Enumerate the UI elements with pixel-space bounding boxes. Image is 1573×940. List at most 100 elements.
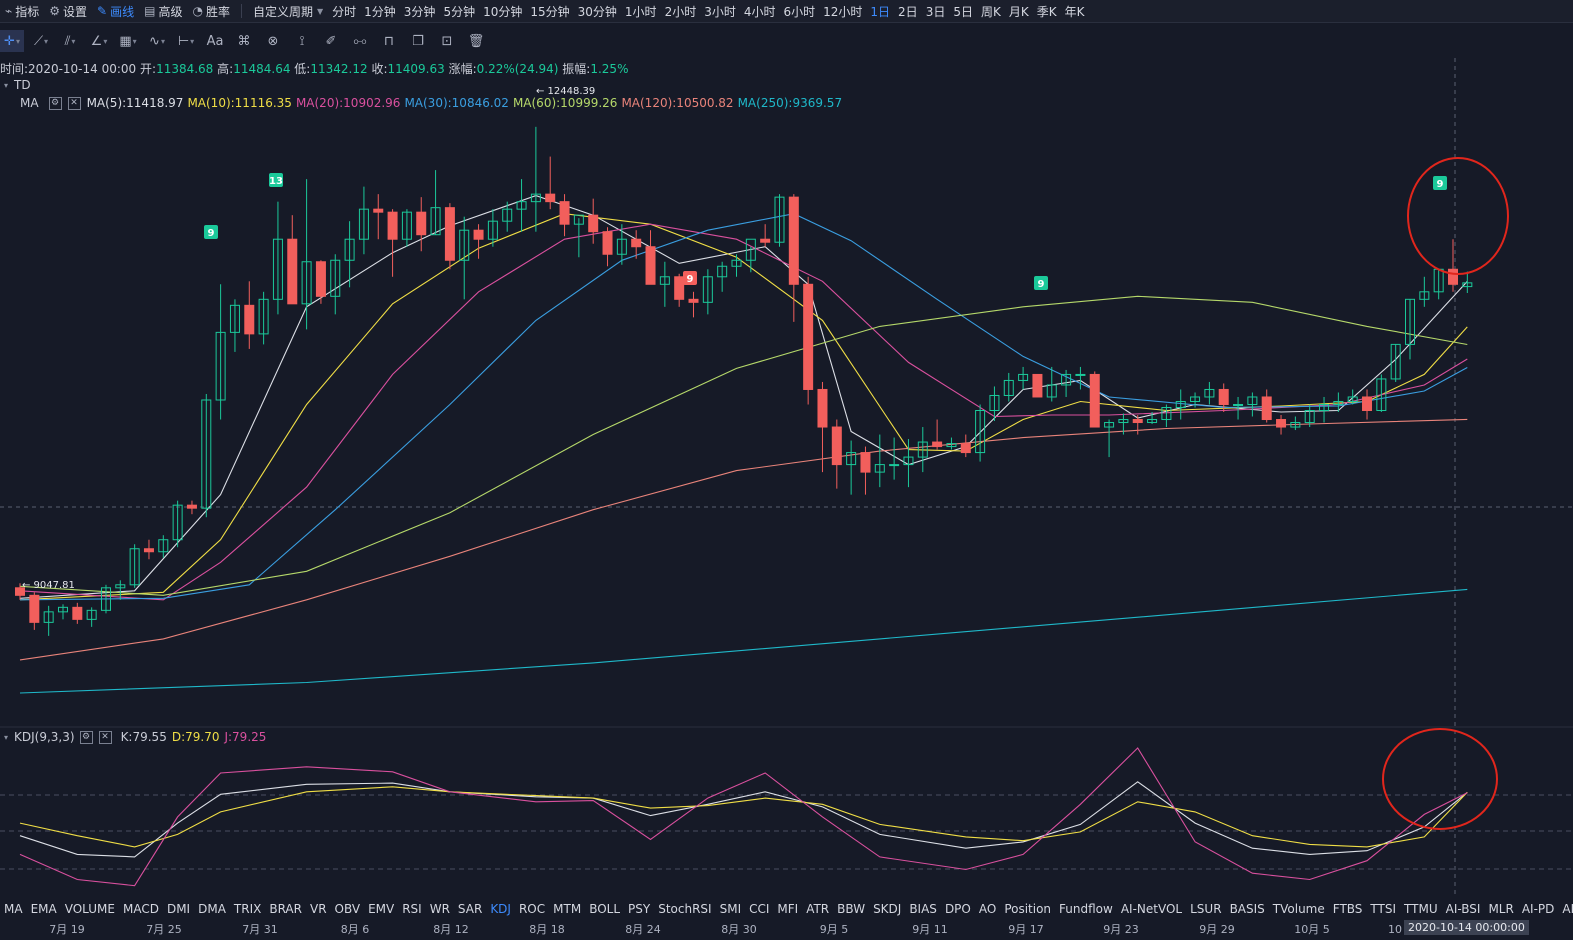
candle-body xyxy=(688,298,699,303)
indicator-tab-11[interactable]: RSI xyxy=(398,902,426,916)
candle-body xyxy=(545,193,556,203)
indicator-tab-26[interactable]: BIAS xyxy=(905,902,941,916)
candle-body xyxy=(602,231,613,255)
candle-body xyxy=(1089,373,1100,428)
ma-settings-icon[interactable]: ⚙ xyxy=(48,96,62,110)
indicator-tab-40[interactable]: AI-PD xyxy=(1518,902,1559,916)
chart-canvas[interactable]: ← 12448.39← 9047.819139 99 xyxy=(0,0,1573,940)
indicator-tab-7[interactable]: BRAR xyxy=(265,902,306,916)
candle-body xyxy=(387,211,398,240)
indicator-tab-20[interactable]: SMI xyxy=(716,902,746,916)
kdj-d-value: D:79.70 xyxy=(171,730,220,744)
indicator-tab-41[interactable]: AI xyxy=(1558,902,1573,916)
ohlc-low: 11342.12 xyxy=(310,62,368,76)
indicator-tab-37[interactable]: TTMU xyxy=(1400,902,1442,916)
kdj-close-icon[interactable]: ✕ xyxy=(98,730,112,744)
indicator-tab-38[interactable]: AI-BSI xyxy=(1442,902,1485,916)
date-label-6: 8月 24 xyxy=(625,923,661,936)
indicator-tab-12[interactable]: WR xyxy=(426,902,454,916)
indicator-tab-19[interactable]: StochRSI xyxy=(654,902,715,916)
indicator-tab-22[interactable]: MFI xyxy=(773,902,802,916)
indicator-tab-23[interactable]: ATR xyxy=(802,902,833,916)
td-badge-label: 9 xyxy=(208,228,215,239)
candle-body xyxy=(803,283,814,390)
indicator-tab-29[interactable]: Position xyxy=(1000,902,1055,916)
indicator-tab-13[interactable]: SAR xyxy=(454,902,486,916)
indicator-tab-15[interactable]: ROC xyxy=(515,902,549,916)
candle-body xyxy=(373,208,384,213)
ohlc-readout: 时间:2020-10-14 00:00 开:11384.68 高:11484.6… xyxy=(0,62,629,76)
indicator-tab-4[interactable]: DMI xyxy=(163,902,194,916)
low-annotation: ← 9047.81 xyxy=(22,580,75,591)
ma-indicator-row: MA ⚙ ✕ MA(5):11418.97 MA(10):11116.35 MA(2… xyxy=(20,96,846,110)
ma-line-3 xyxy=(19,213,1468,601)
collapse-chevron-icon[interactable]: ▾ xyxy=(4,733,8,742)
indicator-tab-8[interactable]: VR xyxy=(306,902,331,916)
ohlc-change: 0.22%(24.94) xyxy=(476,62,559,76)
date-label-7: 8月 30 xyxy=(721,923,757,936)
indicator-tab-28[interactable]: AO xyxy=(975,902,1000,916)
indicator-tab-2[interactable]: VOLUME xyxy=(61,902,119,916)
candle-body xyxy=(1032,373,1043,398)
candle-body xyxy=(1261,396,1272,421)
indicator-tab-35[interactable]: FTBS xyxy=(1329,902,1367,916)
candle-body xyxy=(444,207,455,261)
kdj-settings-icon[interactable]: ⚙ xyxy=(79,730,93,744)
kdj-k-value: K:79.55 xyxy=(120,730,167,744)
indicator-tab-30[interactable]: Fundflow xyxy=(1055,902,1117,916)
indicator-tab-25[interactable]: SKDJ xyxy=(869,902,905,916)
indicator-tab-34[interactable]: TVolume xyxy=(1269,902,1329,916)
indicator-tab-6[interactable]: TRIX xyxy=(230,902,265,916)
kdj-label: KDJ(9,3,3) xyxy=(14,730,75,744)
kdj-indicator-row: ▾ KDJ(9,3,3) ⚙ ✕ K:79.55 D:79.70 J:79.25 xyxy=(0,730,266,744)
kdj-j-value: J:79.25 xyxy=(224,730,267,744)
indicator-tab-16[interactable]: MTM xyxy=(549,902,585,916)
ma-value-5: MA(120):10500.82 xyxy=(621,96,734,110)
indicator-tab-32[interactable]: LSUR xyxy=(1186,902,1225,916)
date-label-9: 9月 11 xyxy=(912,923,948,936)
kdj-line-j xyxy=(19,747,1468,887)
date-label-11: 9月 23 xyxy=(1103,923,1139,936)
candle-body xyxy=(287,238,298,305)
date-label-5: 8月 18 xyxy=(529,923,565,936)
ma-value-3: MA(30):10846.02 xyxy=(404,96,509,110)
indicator-tab-10[interactable]: EMV xyxy=(364,902,398,916)
indicator-tab-14[interactable]: KDJ xyxy=(486,902,515,916)
ma-value-2: MA(20):10902.96 xyxy=(295,96,401,110)
indicator-tab-31[interactable]: AI-NetVOL xyxy=(1117,902,1186,916)
ohlc-close: 11409.63 xyxy=(387,62,445,76)
indicator-tab-33[interactable]: BASIS xyxy=(1226,902,1269,916)
date-label-1: 7月 25 xyxy=(146,923,182,936)
td-badge-label: 9 xyxy=(1038,279,1045,290)
ohlc-amplitude: 1.25% xyxy=(590,62,629,76)
candle-body xyxy=(1075,373,1086,376)
indicator-tab-39[interactable]: MLR xyxy=(1484,902,1517,916)
indicator-tab-36[interactable]: TTSI xyxy=(1366,902,1400,916)
ma-close-icon[interactable]: ✕ xyxy=(67,96,81,110)
td-badge-label: 13 xyxy=(269,176,283,187)
indicator-tab-1[interactable]: EMA xyxy=(27,902,61,916)
date-label-13: 10月 5 xyxy=(1294,923,1330,936)
candle-body xyxy=(1276,419,1287,428)
ohlc-open: 11384.68 xyxy=(156,62,214,76)
ma-values: MA(5):11418.97 MA(10):11116.35 MA(20):1090… xyxy=(87,96,847,110)
candle-body xyxy=(1132,419,1143,424)
indicator-tab-27[interactable]: DPO xyxy=(941,902,975,916)
indicator-tab-0[interactable]: MA xyxy=(0,902,27,916)
indicator-tab-21[interactable]: CCI xyxy=(745,902,773,916)
candle-body xyxy=(1448,268,1458,285)
collapse-chevron-icon[interactable]: ▾ xyxy=(4,81,8,90)
ma-line-5 xyxy=(19,418,1468,661)
candle-body xyxy=(244,304,255,335)
candle-body xyxy=(1218,388,1229,405)
kdj-line-d xyxy=(19,786,1468,848)
indicator-tab-9[interactable]: OBV xyxy=(331,902,365,916)
ma-line-6 xyxy=(19,588,1468,694)
highlight-circle-price xyxy=(1407,157,1509,275)
indicator-tab-3[interactable]: MACD xyxy=(119,902,163,916)
candle-body xyxy=(186,504,197,509)
indicator-tab-24[interactable]: BBW xyxy=(833,902,869,916)
indicator-tab-5[interactable]: DMA xyxy=(194,902,230,916)
indicator-tab-18[interactable]: PSY xyxy=(624,902,654,916)
indicator-tab-17[interactable]: BOLL xyxy=(585,902,624,916)
